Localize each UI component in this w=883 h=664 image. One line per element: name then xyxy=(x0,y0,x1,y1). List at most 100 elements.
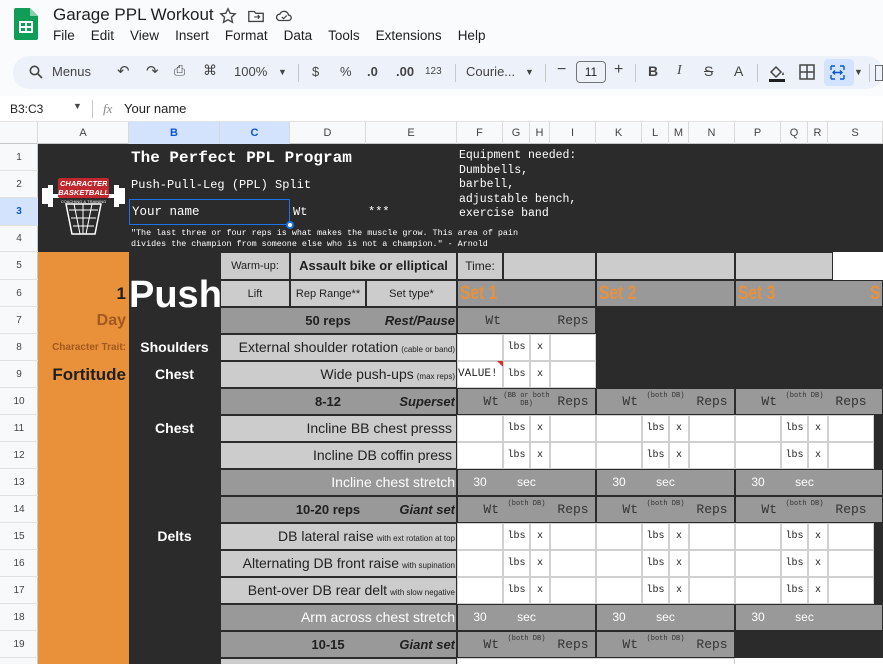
font-chevron-down-icon[interactable]: ▼ xyxy=(525,67,534,77)
column-header-n[interactable]: N xyxy=(689,122,735,144)
rep-range-value[interactable]: 8-12 xyxy=(290,388,366,415)
row-header-18[interactable]: 18 xyxy=(0,604,38,631)
reps-input[interactable] xyxy=(550,523,596,550)
reps-input[interactable] xyxy=(828,577,874,604)
weight-input[interactable] xyxy=(735,415,781,442)
cloud-status-icon[interactable] xyxy=(275,7,293,25)
menu-file[interactable]: File xyxy=(53,28,75,44)
weight-input[interactable] xyxy=(596,442,642,469)
time-input-2[interactable] xyxy=(596,252,735,280)
set-type-value[interactable]: Giant set xyxy=(366,631,455,658)
menu-format[interactable]: Format xyxy=(225,28,268,44)
weight-input[interactable] xyxy=(596,415,642,442)
reps-input[interactable] xyxy=(550,361,596,388)
time-input-3[interactable] xyxy=(735,252,833,280)
column-header-d[interactable]: D xyxy=(290,122,366,144)
row-header-8[interactable]: 8 xyxy=(0,334,38,361)
sheets-logo-icon[interactable] xyxy=(14,8,38,40)
rep-range-value[interactable]: 10-20 reps xyxy=(290,496,366,523)
row-header-12[interactable]: 12 xyxy=(0,442,38,469)
weight-input[interactable] xyxy=(457,550,503,577)
reps-input[interactable] xyxy=(550,577,596,604)
move-folder-icon[interactable] xyxy=(247,7,265,25)
zoom-select[interactable]: 100% xyxy=(234,64,267,79)
rep-range-value[interactable]: 10-15 xyxy=(290,631,366,658)
weight-input[interactable] xyxy=(735,550,781,577)
stretch-seconds[interactable]: 30 xyxy=(735,604,781,631)
row-header-11[interactable]: 11 xyxy=(0,415,38,442)
star-icon[interactable] xyxy=(219,7,237,25)
number-format-button[interactable]: 123 xyxy=(425,66,442,77)
font-size-input[interactable]: 11 xyxy=(576,61,606,83)
column-header-k[interactable]: K xyxy=(596,122,642,144)
row-header-1[interactable]: 1 xyxy=(0,144,38,171)
stretch-seconds[interactable]: 30 xyxy=(735,469,781,496)
reps-input[interactable] xyxy=(828,415,874,442)
weight-input[interactable] xyxy=(457,523,503,550)
more-options-icon[interactable] xyxy=(875,65,883,81)
merge-cells-button[interactable] xyxy=(824,59,854,86)
stretch-seconds[interactable]: 30 xyxy=(596,469,642,496)
reps-input[interactable] xyxy=(550,550,596,577)
row-header-16[interactable]: 16 xyxy=(0,550,38,577)
menu-extensions[interactable]: Extensions xyxy=(376,28,442,44)
font-select[interactable]: Courie... xyxy=(466,64,515,79)
increase-decimal-button[interactable]: .00 xyxy=(396,64,414,79)
weight-input[interactable] xyxy=(735,523,781,550)
reps-input[interactable] xyxy=(550,415,596,442)
weight-input[interactable] xyxy=(596,577,642,604)
menu-data[interactable]: Data xyxy=(284,28,313,44)
weight-input[interactable] xyxy=(596,550,642,577)
weight-input[interactable] xyxy=(457,577,503,604)
percent-format-button[interactable]: % xyxy=(340,64,352,79)
reps-input[interactable] xyxy=(828,550,874,577)
row-header-14[interactable]: 14 xyxy=(0,496,38,523)
row-header-2[interactable]: 2 xyxy=(0,171,38,198)
reps-input[interactable] xyxy=(689,442,735,469)
warmup-value[interactable]: Assault bike or elliptical xyxy=(290,252,457,280)
formula-input[interactable]: Your name xyxy=(124,101,186,116)
stretch-seconds[interactable]: 30 xyxy=(457,604,503,631)
row-header-10[interactable]: 10 xyxy=(0,388,38,415)
set-type-value[interactable]: Rest/Pause xyxy=(366,307,455,334)
reps-input[interactable] xyxy=(550,442,596,469)
weight-input[interactable] xyxy=(457,442,503,469)
currency-format-button[interactable]: $ xyxy=(312,64,319,79)
column-header-i[interactable]: I xyxy=(550,122,596,144)
column-header-a[interactable]: A xyxy=(38,122,129,144)
strikethrough-icon[interactable]: S xyxy=(704,63,713,79)
weight-input[interactable] xyxy=(457,334,503,361)
decrease-decimal-button[interactable]: .0 xyxy=(367,64,378,79)
column-header-p[interactable]: P xyxy=(735,122,781,144)
row-header-3[interactable]: 3 xyxy=(0,198,38,226)
menu-tools[interactable]: Tools xyxy=(328,28,360,44)
name-box-chevron-down-icon[interactable]: ▼ xyxy=(73,101,82,111)
column-header-e[interactable]: E xyxy=(366,122,457,144)
menu-view[interactable]: View xyxy=(130,28,159,44)
undo-icon[interactable]: ↶ xyxy=(117,62,130,80)
row-header-7[interactable]: 7 xyxy=(0,307,38,334)
row-header-6[interactable]: 6 xyxy=(0,280,38,307)
column-header-q[interactable]: Q xyxy=(781,122,808,144)
text-color-icon[interactable]: A xyxy=(734,63,743,79)
weight-input[interactable] xyxy=(735,577,781,604)
row-header-13[interactable]: 13 xyxy=(0,469,38,496)
paint-format-icon[interactable]: ⌘ xyxy=(203,62,217,79)
decrease-font-size-icon[interactable]: − xyxy=(557,61,566,79)
row-header-19[interactable]: 19 xyxy=(0,631,38,658)
reps-input[interactable] xyxy=(828,442,874,469)
reps-input[interactable] xyxy=(689,550,735,577)
fill-color-icon[interactable] xyxy=(767,63,787,83)
reps-input[interactable] xyxy=(689,415,735,442)
stretch-seconds[interactable]: 30 xyxy=(457,469,503,496)
column-header-l[interactable]: L xyxy=(642,122,669,144)
row-header-15[interactable]: 15 xyxy=(0,523,38,550)
weight-input[interactable] xyxy=(457,658,735,664)
weight-input[interactable] xyxy=(735,442,781,469)
column-header-g[interactable]: G xyxy=(503,122,530,144)
column-header-m[interactable]: M xyxy=(669,122,689,144)
menus-search-button[interactable]: Menus xyxy=(52,64,91,79)
increase-font-size-icon[interactable]: + xyxy=(614,61,623,79)
set-type-value[interactable]: Giant set xyxy=(366,496,455,523)
print-icon[interactable]: ⎙ xyxy=(174,62,185,79)
